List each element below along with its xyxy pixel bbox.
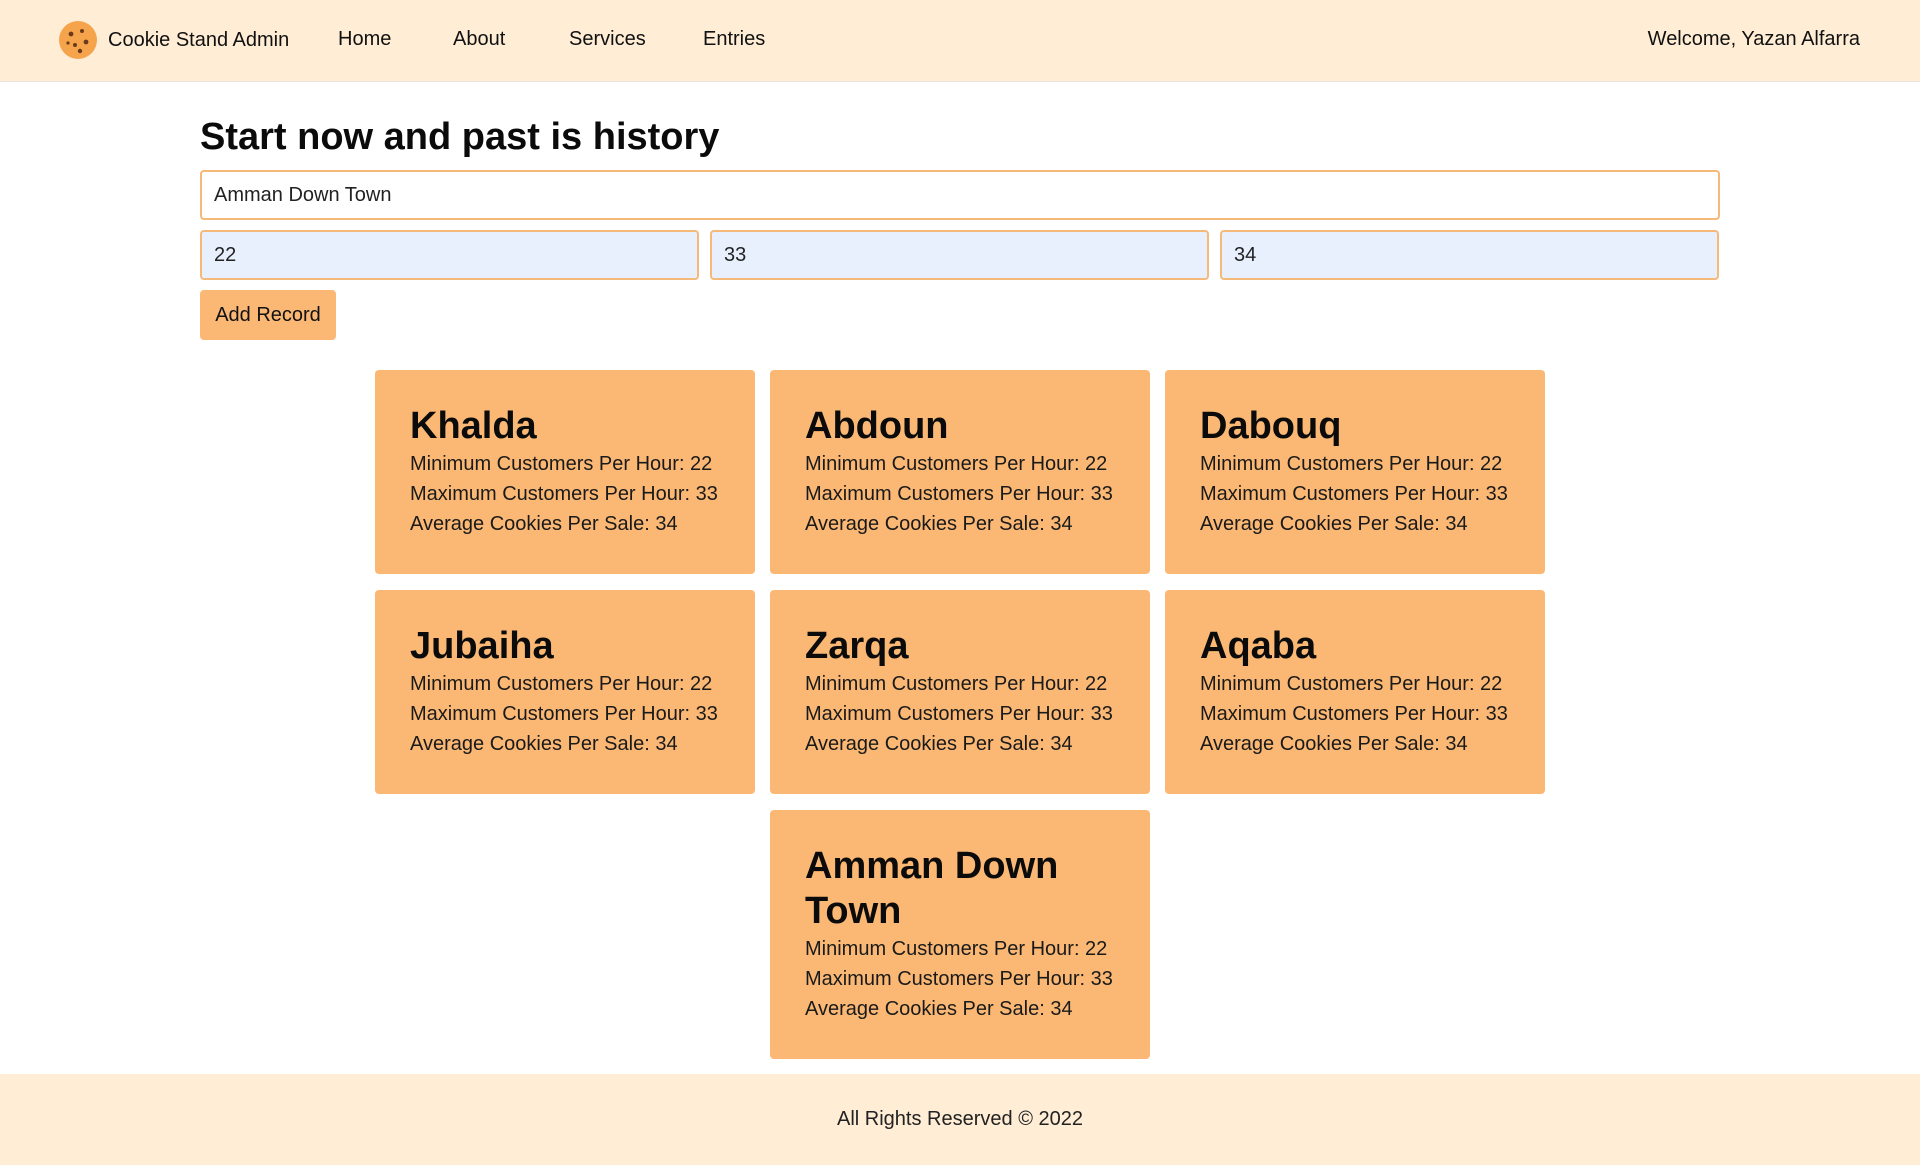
stand-max-customers: Maximum Customers Per Hour: 33 <box>805 703 1113 725</box>
stand-card: Dabouq Minimum Customers Per Hour: 22 Ma… <box>1165 370 1545 574</box>
footer: All Rights Reserved © 2022 <box>0 1074 1920 1165</box>
stand-card: Amman Down Town Minimum Customers Per Ho… <box>770 810 1150 1059</box>
stand-avg-cookies: Average Cookies Per Sale: 34 <box>805 998 1073 1020</box>
brand[interactable]: Cookie Stand Admin <box>58 20 289 60</box>
stand-card: Abdoun Minimum Customers Per Hour: 22 Ma… <box>770 370 1150 574</box>
stand-min-customers: Minimum Customers Per Hour: 22 <box>1200 453 1503 475</box>
min-customers-input[interactable] <box>200 230 699 280</box>
stand-min-customers: Minimum Customers Per Hour: 22 <box>410 453 713 475</box>
nav-entries[interactable]: Entries <box>703 28 765 51</box>
copyright-text: All Rights Reserved © 2022 <box>837 1108 1083 1130</box>
stand-name: Khalda <box>410 405 537 447</box>
stand-max-customers: Maximum Customers Per Hour: 33 <box>410 483 718 505</box>
stand-card: Aqaba Minimum Customers Per Hour: 22 Max… <box>1165 590 1545 794</box>
stand-max-customers: Maximum Customers Per Hour: 33 <box>1200 703 1508 725</box>
stand-avg-cookies: Average Cookies Per Sale: 34 <box>805 513 1073 535</box>
stand-name: Jubaiha <box>410 625 554 667</box>
stand-avg-cookies: Average Cookies Per Sale: 34 <box>410 513 678 535</box>
stand-name: Amman Down Town <box>805 845 1059 932</box>
welcome-message: Welcome, Yazan Alfarra <box>1647 28 1860 50</box>
avg-cookies-input[interactable] <box>1220 230 1719 280</box>
stand-max-customers: Maximum Customers Per Hour: 33 <box>805 968 1113 990</box>
stand-name: Dabouq <box>1200 405 1342 447</box>
stand-avg-cookies: Average Cookies Per Sale: 34 <box>805 733 1073 755</box>
max-customers-input[interactable] <box>710 230 1209 280</box>
nav-home[interactable]: Home <box>338 28 391 51</box>
nav-about[interactable]: About <box>453 28 505 51</box>
stand-min-customers: Minimum Customers Per Hour: 22 <box>1200 673 1503 695</box>
stand-avg-cookies: Average Cookies Per Sale: 34 <box>1200 733 1468 755</box>
stand-name: Aqaba <box>1200 625 1317 667</box>
form-title: Start now and past is history <box>200 116 720 158</box>
stand-max-customers: Maximum Customers Per Hour: 33 <box>805 483 1113 505</box>
cookie-icon <box>58 20 98 60</box>
stand-avg-cookies: Average Cookies Per Sale: 34 <box>410 733 678 755</box>
location-input[interactable] <box>200 170 1720 220</box>
stand-min-customers: Minimum Customers Per Hour: 22 <box>805 938 1108 960</box>
stand-min-customers: Minimum Customers Per Hour: 22 <box>410 673 713 695</box>
stand-avg-cookies: Average Cookies Per Sale: 34 <box>1200 513 1468 535</box>
stand-card: Jubaiha Minimum Customers Per Hour: 22 M… <box>375 590 755 794</box>
top-navbar: Cookie Stand Admin Home About Services E… <box>0 0 1920 82</box>
stand-card: Zarqa Minimum Customers Per Hour: 22 Max… <box>770 590 1150 794</box>
stand-max-customers: Maximum Customers Per Hour: 33 <box>410 703 718 725</box>
stand-name: Zarqa <box>805 625 909 667</box>
stand-min-customers: Minimum Customers Per Hour: 22 <box>805 453 1108 475</box>
stand-max-customers: Maximum Customers Per Hour: 33 <box>1200 483 1508 505</box>
stand-name: Abdoun <box>805 405 949 447</box>
brand-title: Cookie Stand Admin <box>108 28 290 51</box>
stand-card: Khalda Minimum Customers Per Hour: 22 Ma… <box>375 370 755 574</box>
add-record-button[interactable]: Add Record <box>200 290 336 340</box>
stand-min-customers: Minimum Customers Per Hour: 22 <box>805 673 1108 695</box>
nav-services[interactable]: Services <box>569 28 646 51</box>
